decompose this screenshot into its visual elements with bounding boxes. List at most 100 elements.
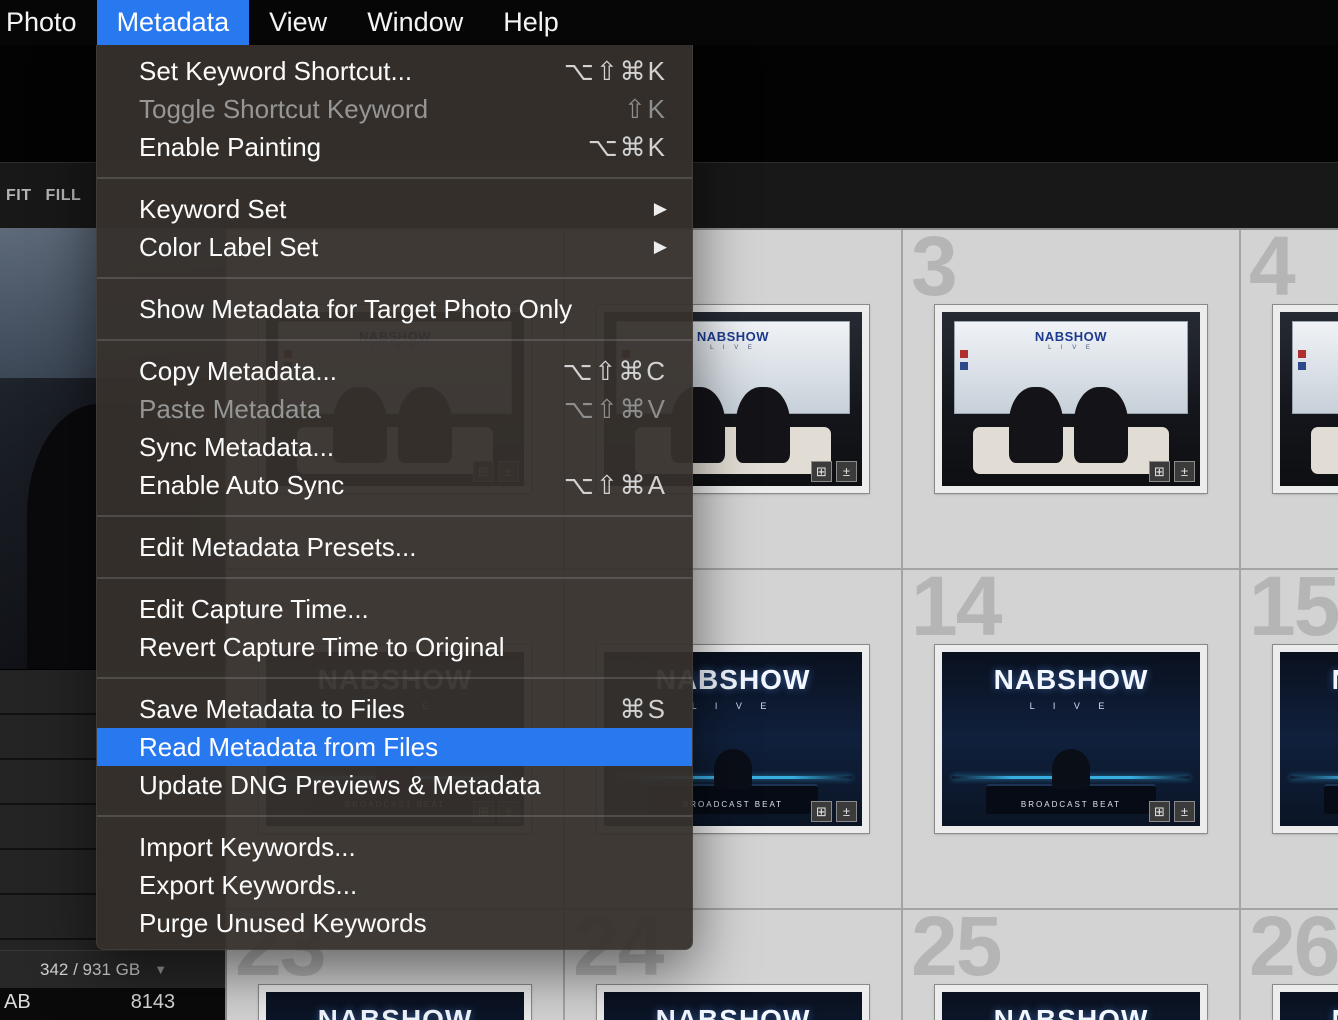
broadcast-beat-label: BROADCAST BEAT: [1280, 800, 1338, 809]
photo-image: NABSHOWL I V EBROADCAST BEAT⊞±: [942, 652, 1200, 826]
menu-separator: [97, 677, 692, 679]
photo-thumbnail[interactable]: NABSHOWL I V EBROADCAST BEAT⊞±: [1273, 985, 1338, 1020]
cell-index-number: 14: [911, 559, 1002, 653]
menu-item-label: Set Keyword Shortcut...: [139, 55, 413, 86]
menu-item-paste-metadata: Paste Metadata ⌥⇧⌘V: [97, 390, 692, 428]
storage-indicator[interactable]: 342 / 931 GB ▼: [0, 950, 225, 988]
photo-thumbnail[interactable]: NABSHOWL I V EBROADCAST BEAT⊞±: [1273, 645, 1338, 833]
menu-item-revert-capture-time-to-original[interactable]: Revert Capture Time to Original: [97, 628, 692, 666]
social-icon: [959, 350, 968, 359]
nabshow-logo-text: NABSHOW: [1280, 664, 1338, 696]
stage-screen: NABSHOWL I V E: [1292, 322, 1338, 413]
menu-item-read-metadata-from-files[interactable]: Read Metadata from Files: [97, 728, 692, 766]
filmstrip-bar: AB 8143: [0, 988, 225, 1020]
menu-item-enable-auto-sync[interactable]: Enable Auto Sync ⌥⇧⌘A: [97, 466, 692, 504]
photo-thumbnail[interactable]: NABSHOWL I V E⊞±: [1273, 305, 1338, 493]
grid-cell-3[interactable]: 3 NABSHOW L I V E ⊞ ±: [903, 230, 1241, 570]
menu-item-label: Read Metadata from Files: [139, 731, 439, 762]
menu-item-label: Toggle Shortcut Keyword: [139, 93, 429, 124]
keyword-badge-icon[interactable]: ⊞: [811, 461, 832, 482]
menu-item-edit-capture-time[interactable]: Edit Capture Time...: [97, 590, 692, 628]
cell-index-number: 3: [911, 228, 958, 313]
menu-item-label: Import Keywords...: [139, 831, 356, 862]
menu-separator: [97, 339, 692, 341]
menu-item-save-metadata-to-files[interactable]: Save Metadata to Files ⌘S: [97, 690, 692, 728]
menu-separator: [97, 515, 692, 517]
menubar-item-photo[interactable]: Photo: [0, 0, 97, 45]
menu-item-label: Enable Auto Sync: [139, 469, 345, 500]
live-label: L I V E: [1280, 701, 1338, 711]
cell-index-number: 4: [1249, 228, 1296, 313]
nabshow-logo-text: NABSHOW: [1293, 329, 1338, 344]
person-silhouette: [713, 749, 753, 790]
light-streak: [1290, 776, 1338, 780]
menu-item-label: Purge Unused Keywords: [139, 907, 427, 938]
menu-item-shortcut: ⇧K: [623, 93, 667, 124]
person-silhouette: [1009, 386, 1064, 464]
menubar-item-metadata[interactable]: Metadata: [96, 0, 250, 45]
menu-item-shortcut: ⌥⇧⌘A: [563, 469, 667, 500]
social-icon: [1297, 350, 1306, 359]
fit-button[interactable]: FIT: [6, 187, 32, 205]
cell-index-number: 26: [1249, 899, 1338, 993]
grid-cell-15[interactable]: 15NABSHOWL I V EBROADCAST BEAT⊞±: [1241, 564, 1338, 910]
menu-item-edit-metadata-presets[interactable]: Edit Metadata Presets...: [97, 528, 692, 566]
menu-item-label: Export Keywords...: [139, 869, 358, 900]
menu-item-export-keywords[interactable]: Export Keywords...: [97, 866, 692, 904]
couch-shape: [1310, 426, 1338, 474]
grid-cell-14[interactable]: 14 NABSHOW L I V E BROADCAST BEAT ⊞ ±: [903, 564, 1241, 910]
live-label: L I V E: [1029, 700, 1113, 711]
live-label: L I V E: [1048, 345, 1094, 352]
photo-image: NABSHOWL I V E ⊞±: [942, 312, 1200, 486]
menu-item-update-dng-previews-metadata[interactable]: Update DNG Previews & Metadata: [97, 766, 692, 804]
person-silhouette: [1051, 749, 1091, 790]
storage-text: 342 / 931 GB: [40, 959, 141, 979]
menu-item-import-keywords[interactable]: Import Keywords...: [97, 828, 692, 866]
photo-thumbnail[interactable]: NABSHOWL I V EBROADCAST BEAT⊞±: [259, 985, 531, 1020]
menu-item-label: Copy Metadata...: [139, 355, 337, 386]
menu-item-label: Paste Metadata: [139, 393, 322, 424]
menu-item-shortcut: ⌥⇧⌘V: [563, 393, 667, 424]
photo-thumbnail[interactable]: NABSHOWL I V EBROADCAST BEAT⊞±: [935, 985, 1207, 1020]
grid-cell-4[interactable]: 4NABSHOWL I V E⊞±: [1241, 230, 1338, 570]
photo-image: NABSHOWL I V E⊞±: [1280, 312, 1338, 486]
menu-item-show-metadata-for-target-photo-only[interactable]: Show Metadata for Target Photo Only: [97, 290, 692, 328]
menu-item-sync-metadata[interactable]: Sync Metadata...: [97, 428, 692, 466]
menu-item-copy-metadata[interactable]: Copy Metadata... ⌥⇧⌘C: [97, 352, 692, 390]
develop-badge-icon[interactable]: ±: [1174, 461, 1195, 482]
photo-thumbnail[interactable]: NABSHOWL I V E ⊞±: [935, 305, 1207, 493]
menu-item-set-keyword-shortcut[interactable]: Set Keyword Shortcut... ⌥⇧⌘K: [97, 52, 692, 90]
nabshow-logo-text: NABSHOW: [317, 1004, 473, 1020]
menubar-item-view[interactable]: View: [249, 0, 347, 45]
develop-badge-icon[interactable]: ±: [836, 461, 857, 482]
cell-index-number: 25: [911, 899, 1002, 993]
nabshow-logo-text: NABSHOW: [1280, 1004, 1338, 1020]
photo-image: NABSHOWL I V EBROADCAST BEAT⊞±: [1280, 652, 1338, 826]
keyword-badge-icon[interactable]: ⊞: [1149, 461, 1170, 482]
menu-item-color-label-set[interactable]: Color Label Set ▶: [97, 228, 692, 266]
develop-badge-icon[interactable]: ±: [1174, 801, 1195, 822]
photo-thumbnail[interactable]: NABSHOWL I V EBROADCAST BEAT⊞±: [935, 645, 1207, 833]
photo-image: NABSHOWL I V EBROADCAST BEAT⊞±: [266, 992, 524, 1020]
develop-badge-icon[interactable]: ±: [836, 801, 857, 822]
menu-separator: [97, 815, 692, 817]
photo-thumbnail[interactable]: NABSHOWL I V EBROADCAST BEAT⊞±: [597, 985, 869, 1020]
menu-item-purge-unused-keywords[interactable]: Purge Unused Keywords: [97, 904, 692, 942]
cell-index-number: 15: [1249, 559, 1338, 653]
fill-button[interactable]: FILL: [46, 187, 82, 205]
menubar-item-window[interactable]: Window: [347, 0, 483, 45]
menu-item-label: Enable Painting: [139, 131, 322, 162]
menu-item-label: Edit Metadata Presets...: [139, 531, 417, 562]
lightroom-app: FIT FILL NABSHOWL I V E⊞±NABSHOWL I V E⊞…: [0, 0, 1338, 1020]
menu-bar: Photo Metadata View Window Help: [0, 0, 1338, 45]
menu-item-label: Color Label Set: [139, 231, 319, 262]
stage-screen: NABSHOWL I V E: [954, 322, 1188, 413]
grid-cell-25[interactable]: 25NABSHOWL I V EBROADCAST BEAT⊞±: [903, 904, 1241, 1020]
keyword-badge-icon[interactable]: ⊞: [1149, 801, 1170, 822]
menu-item-enable-painting[interactable]: Enable Painting ⌥⌘K: [97, 128, 692, 166]
menu-item-keyword-set[interactable]: Keyword Set ▶: [97, 190, 692, 228]
menubar-item-help[interactable]: Help: [483, 0, 579, 45]
grid-cell-26[interactable]: 26NABSHOWL I V EBROADCAST BEAT⊞±: [1241, 904, 1338, 1020]
menu-item-shortcut: ⌥⇧⌘K: [563, 55, 667, 86]
keyword-badge-icon[interactable]: ⊞: [811, 801, 832, 822]
